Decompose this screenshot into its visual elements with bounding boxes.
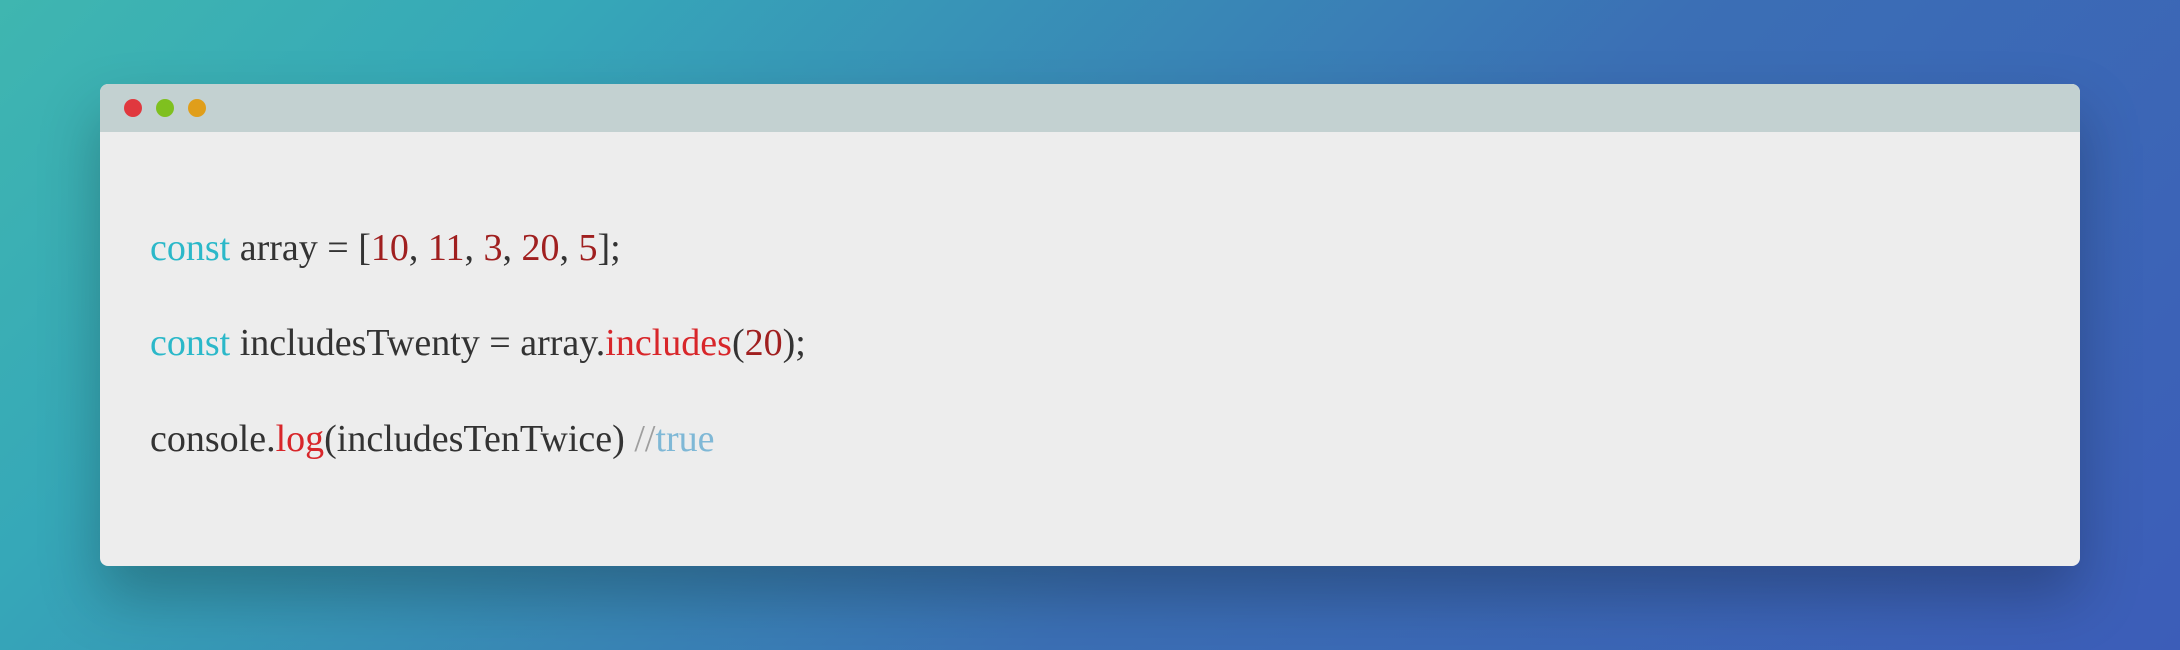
code-token: includes: [605, 322, 732, 364]
code-token: (includesTenTwice): [324, 418, 634, 460]
code-token: console.: [150, 418, 276, 460]
code-token: const: [150, 322, 230, 364]
code-token: 3: [483, 227, 502, 269]
code-token: 20: [745, 322, 783, 364]
code-token: ];: [597, 227, 620, 269]
code-token: array = [: [230, 227, 371, 269]
code-token: ,: [502, 227, 521, 269]
code-token: 5: [578, 227, 597, 269]
code-token: //: [634, 418, 655, 460]
maximize-icon[interactable]: [188, 99, 206, 117]
window-titlebar: [100, 84, 2080, 132]
minimize-icon[interactable]: [156, 99, 174, 117]
code-token: ,: [464, 227, 483, 269]
code-token: ,: [409, 227, 428, 269]
code-token: const: [150, 227, 230, 269]
code-token: 10: [371, 227, 409, 269]
code-token: 11: [428, 227, 465, 269]
close-icon[interactable]: [124, 99, 142, 117]
code-token: ,: [559, 227, 578, 269]
code-line: console.log(includesTenTwice) //true: [150, 413, 2030, 466]
code-line: const includesTwenty = array.includes(20…: [150, 317, 2030, 370]
code-window: const array = [10, 11, 3, 20, 5];const i…: [100, 84, 2080, 566]
code-token: true: [655, 418, 714, 460]
code-token: 20: [521, 227, 559, 269]
code-token: includesTwenty = array.: [230, 322, 605, 364]
code-line: const array = [10, 11, 3, 20, 5];: [150, 222, 2030, 275]
code-token: (: [732, 322, 745, 364]
code-token: );: [783, 322, 806, 364]
code-editor: const array = [10, 11, 3, 20, 5];const i…: [100, 132, 2080, 566]
code-token: log: [276, 418, 325, 460]
